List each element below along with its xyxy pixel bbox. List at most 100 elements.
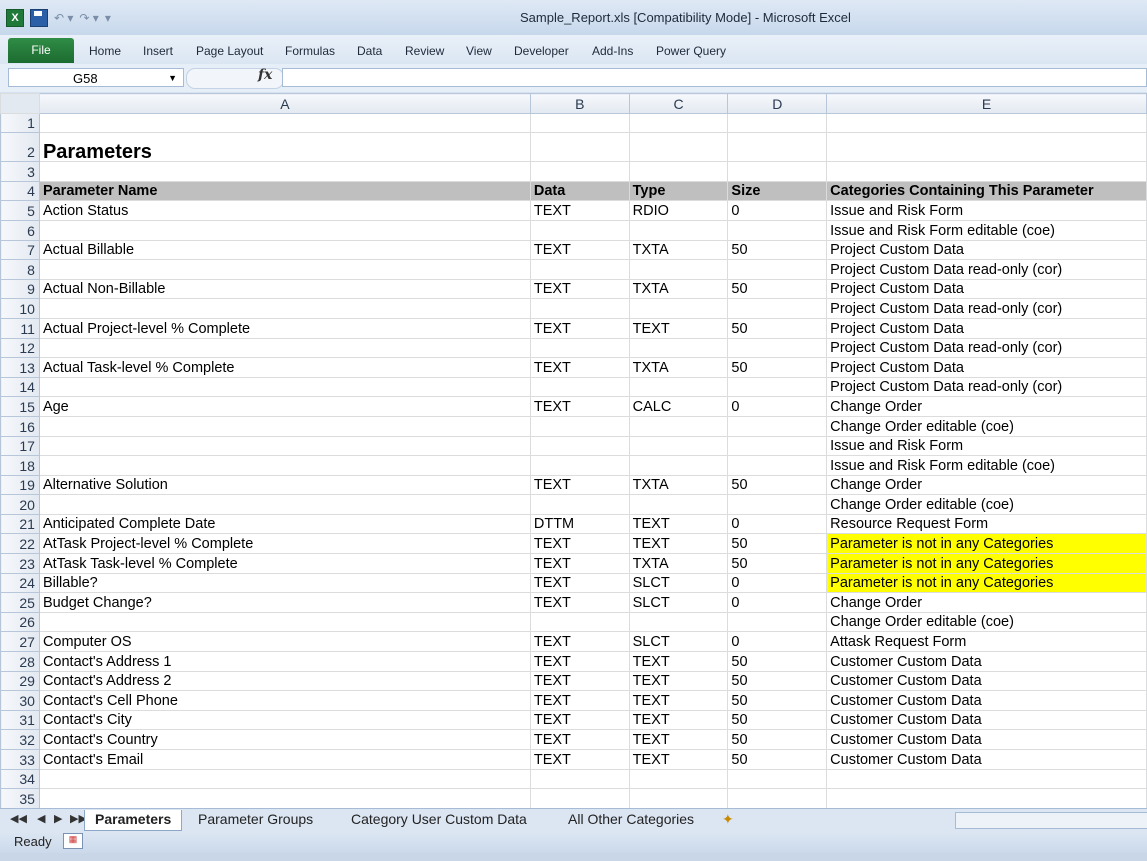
macro-record-icon[interactable]: ▦ bbox=[63, 833, 83, 849]
cell-d[interactable]: 0 bbox=[727, 572, 828, 594]
cell-d[interactable]: 50 bbox=[727, 533, 828, 555]
cell-b[interactable] bbox=[529, 455, 630, 476]
row-header[interactable]: 3 bbox=[0, 161, 40, 182]
cell-d[interactable]: 50 bbox=[727, 474, 828, 496]
cell-a[interactable]: Contact's Cell Phone bbox=[38, 690, 531, 711]
cell-e[interactable]: Customer Custom Data bbox=[826, 670, 1147, 692]
cell-d[interactable]: 0 bbox=[727, 631, 828, 653]
cell-e[interactable]: Issue and Risk Form editable (coe) bbox=[826, 219, 1147, 241]
cell-d[interactable] bbox=[727, 337, 828, 359]
cell-b[interactable]: TEXT bbox=[529, 709, 630, 731]
cell-a[interactable]: Budget Change? bbox=[38, 592, 531, 613]
cell-e[interactable]: Project Custom Data read-only (cor) bbox=[826, 298, 1147, 319]
row-header[interactable]: 16 bbox=[0, 415, 40, 437]
cell-e[interactable]: Project Custom Data bbox=[826, 317, 1147, 339]
cell-e[interactable]: Project Custom Data read-only (cor) bbox=[826, 259, 1147, 280]
cell-a[interactable] bbox=[38, 435, 531, 457]
tab-data[interactable]: Data bbox=[357, 44, 382, 58]
cell-a[interactable] bbox=[38, 219, 531, 241]
tab-view[interactable]: View bbox=[466, 44, 492, 58]
cell-a[interactable]: Contact's Address 1 bbox=[38, 651, 531, 672]
cell-d[interactable]: 0 bbox=[727, 513, 828, 535]
cell-a[interactable]: Contact's Country bbox=[38, 729, 531, 750]
cell-a[interactable] bbox=[38, 298, 531, 319]
cell-e[interactable]: Resource Request Form bbox=[826, 513, 1147, 535]
next-sheet-icon[interactable]: ▶ bbox=[54, 812, 62, 825]
row-header[interactable]: 13 bbox=[0, 357, 40, 378]
worksheet-grid[interactable]: A B C D E 1 2 Parameters 3 4 Parameter Name Da… bbox=[0, 93, 1147, 808]
cell-c[interactable]: TXTA bbox=[628, 278, 729, 300]
cell-d[interactable] bbox=[727, 219, 828, 241]
cell-d[interactable] bbox=[727, 455, 828, 476]
tab-developer[interactable]: Developer bbox=[514, 44, 569, 58]
cell-d[interactable] bbox=[727, 376, 828, 398]
cell-e[interactable]: Customer Custom Data bbox=[826, 690, 1147, 711]
row-header[interactable]: 9 bbox=[0, 278, 40, 300]
cell-d[interactable]: 50 bbox=[727, 317, 828, 339]
first-sheet-icon[interactable]: ◀◀ bbox=[10, 812, 27, 825]
cell-b[interactable]: TEXT bbox=[529, 278, 630, 300]
cell-c[interactable]: Type bbox=[628, 180, 729, 202]
cell-a[interactable] bbox=[38, 494, 531, 515]
cell-b[interactable] bbox=[529, 161, 630, 182]
cell-b[interactable] bbox=[529, 494, 630, 515]
row-header[interactable]: 34 bbox=[0, 768, 40, 790]
cell-d[interactable]: 50 bbox=[727, 729, 828, 750]
horizontal-scrollbar[interactable] bbox=[955, 812, 1147, 829]
cell-b[interactable] bbox=[529, 611, 630, 633]
cell-c[interactable]: TEXT bbox=[628, 709, 729, 731]
cell-c[interactable] bbox=[628, 161, 729, 182]
cell-b[interactable] bbox=[529, 788, 630, 808]
cell-e[interactable] bbox=[826, 112, 1147, 134]
cell-c[interactable] bbox=[628, 768, 729, 790]
tab-home[interactable]: Home bbox=[89, 44, 121, 58]
row-header[interactable]: 27 bbox=[0, 631, 40, 653]
select-all-corner[interactable] bbox=[0, 93, 40, 114]
cell-b[interactable]: TEXT bbox=[529, 533, 630, 555]
cell-d[interactable]: 50 bbox=[727, 709, 828, 731]
cell-b[interactable] bbox=[529, 415, 630, 437]
cell-e[interactable]: Issue and Risk Form editable (coe) bbox=[826, 455, 1147, 476]
cell-a[interactable]: Parameter Name bbox=[38, 180, 531, 202]
cell-d[interactable]: 0 bbox=[727, 592, 828, 613]
row-header[interactable]: 12 bbox=[0, 337, 40, 359]
name-box[interactable]: G58 ▼ bbox=[8, 68, 184, 87]
cell-c[interactable]: TXTA bbox=[628, 553, 729, 574]
cell-d[interactable]: 50 bbox=[727, 651, 828, 672]
cell-d[interactable] bbox=[727, 298, 828, 319]
row-header[interactable]: 31 bbox=[0, 709, 40, 731]
tab-power-query[interactable]: Power Query bbox=[656, 44, 726, 58]
cell-a[interactable]: Anticipated Complete Date bbox=[38, 513, 531, 535]
row-header[interactable]: 30 bbox=[0, 690, 40, 711]
cell-e[interactable] bbox=[826, 788, 1147, 808]
cell-a[interactable]: AtTask Project-level % Complete bbox=[38, 533, 531, 555]
cell-e[interactable]: Change Order bbox=[826, 474, 1147, 496]
cell-e[interactable]: Customer Custom Data bbox=[826, 749, 1147, 770]
cell-b[interactable]: TEXT bbox=[529, 651, 630, 672]
sheet-tab-parameters[interactable]: Parameters bbox=[84, 810, 183, 831]
cell-b[interactable]: TEXT bbox=[529, 572, 630, 594]
cell-a[interactable]: Actual Task-level % Complete bbox=[38, 357, 531, 378]
cell-b[interactable]: TEXT bbox=[529, 239, 630, 261]
cell-b[interactable]: TEXT bbox=[529, 631, 630, 653]
cell-b[interactable]: TEXT bbox=[529, 729, 630, 750]
cell-a[interactable]: Action Status bbox=[38, 200, 531, 221]
cell-e[interactable]: Change Order editable (coe) bbox=[826, 415, 1147, 437]
cell-c[interactable] bbox=[628, 611, 729, 633]
cell-a[interactable]: Contact's Address 2 bbox=[38, 670, 531, 692]
cell-c[interactable]: TEXT bbox=[628, 317, 729, 339]
cell-e[interactable]: Project Custom Data read-only (cor) bbox=[826, 376, 1147, 398]
cell-a[interactable] bbox=[38, 161, 531, 182]
cell-e[interactable]: Change Order editable (coe) bbox=[826, 494, 1147, 515]
column-header-c[interactable]: C bbox=[628, 93, 729, 114]
cell-a[interactable] bbox=[38, 112, 531, 134]
cell-b[interactable] bbox=[529, 298, 630, 319]
cell-c[interactable]: TEXT bbox=[628, 670, 729, 692]
cell-b[interactable]: TEXT bbox=[529, 200, 630, 221]
cell-e[interactable]: Change Order bbox=[826, 396, 1147, 417]
row-header[interactable]: 11 bbox=[0, 317, 40, 339]
cell-c[interactable] bbox=[628, 494, 729, 515]
cell-a[interactable]: Actual Billable bbox=[38, 239, 531, 261]
cell-d[interactable]: Size bbox=[727, 180, 828, 202]
tab-formulas[interactable]: Formulas bbox=[285, 44, 335, 58]
